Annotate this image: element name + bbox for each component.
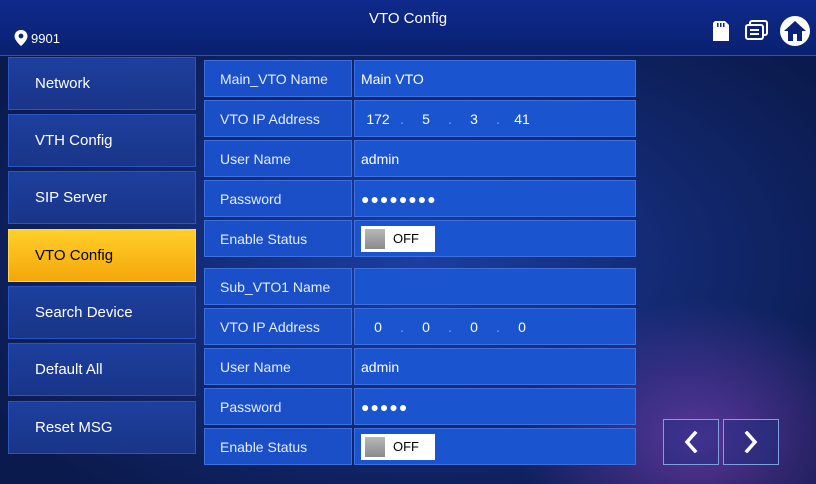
- sub-vto1-enable-toggle[interactable]: OFF: [361, 433, 435, 460]
- sidebar-item-vth-config[interactable]: VTH Config: [8, 114, 196, 167]
- ip-octet-2[interactable]: 5: [409, 111, 443, 127]
- sub-vto1-ip-row: VTO IP Address 0. 0. 0. 0: [204, 308, 636, 345]
- sub-vto1-user-row: User Name admin: [204, 348, 636, 385]
- sub-vto1-status-row: Enable Status OFF: [204, 428, 636, 465]
- ip-octet-3[interactable]: 0: [457, 319, 491, 335]
- toggle-state: OFF: [393, 439, 419, 454]
- sidebar-item-vto-config[interactable]: VTO Config: [8, 229, 196, 282]
- toggle-state: OFF: [393, 231, 419, 246]
- sidebar-item-sip-server[interactable]: SIP Server: [8, 171, 196, 224]
- toggle-knob: [365, 228, 385, 249]
- sub-vto1-password-label: Password: [204, 388, 352, 425]
- sub-vto1-user-label: User Name: [204, 348, 352, 385]
- page-title: VTO Config: [368, 10, 448, 27]
- main-vto-password-label: Password: [204, 180, 352, 217]
- ip-octet-4[interactable]: 0: [505, 319, 539, 335]
- room-number: 9901: [31, 30, 60, 46]
- sub-vto1-name-row: Sub_VTO1 Name: [204, 268, 636, 305]
- sub-vto1-ip-label: VTO IP Address: [204, 308, 352, 345]
- message-icon[interactable]: [744, 18, 770, 44]
- home-icon[interactable]: [780, 16, 810, 46]
- main-vto-name-label: Main_VTO Name: [204, 60, 352, 97]
- main-vto-user-row: User Name admin: [204, 140, 636, 177]
- main-vto-password-field[interactable]: ●●●●●●●●: [354, 180, 636, 217]
- ip-octet-1[interactable]: 172: [361, 111, 395, 127]
- next-page-button[interactable]: [723, 419, 779, 465]
- chevron-right-icon: [744, 431, 758, 453]
- sub-vto1-password-row: Password ●●●●●: [204, 388, 636, 425]
- sub-vto1-ip-field[interactable]: 0. 0. 0. 0: [354, 308, 636, 345]
- main-vto-password-row: Password ●●●●●●●●: [204, 180, 636, 217]
- ip-octet-2[interactable]: 0: [409, 319, 443, 335]
- sub-vto1-status-label: Enable Status: [204, 428, 352, 465]
- room-indicator: 9901: [14, 28, 60, 48]
- toggle-knob: [365, 436, 385, 457]
- sub-vto1-name-label: Sub_VTO1 Name: [204, 268, 352, 305]
- ip-octet-1[interactable]: 0: [361, 319, 395, 335]
- sidebar-item-reset-msg[interactable]: Reset MSG: [8, 401, 196, 454]
- location-pin-icon: [14, 30, 28, 46]
- sidebar-item-search-device[interactable]: Search Device: [8, 286, 196, 339]
- main-vto-enable-toggle[interactable]: OFF: [361, 225, 435, 252]
- sd-card-icon: [708, 18, 734, 44]
- main-vto-ip-row: VTO IP Address 172. 5. 3. 41: [204, 100, 636, 137]
- sub-vto1-password-field[interactable]: ●●●●●: [354, 388, 636, 425]
- sidebar-item-network[interactable]: Network: [8, 57, 196, 110]
- sidebar-item-default-all[interactable]: Default All: [8, 343, 196, 396]
- top-bar: 9901 VTO Config: [0, 0, 816, 56]
- main-vto-status-row: Enable Status OFF: [204, 220, 636, 257]
- sub-vto1-status-cell: OFF: [354, 428, 636, 465]
- main-vto-ip-label: VTO IP Address: [204, 100, 352, 137]
- main-vto-user-field[interactable]: admin: [354, 140, 636, 177]
- ip-octet-4[interactable]: 41: [505, 111, 539, 127]
- main-vto-status-label: Enable Status: [204, 220, 352, 257]
- sub-vto1-name-field[interactable]: [354, 268, 636, 305]
- main-vto-name-field[interactable]: Main VTO: [354, 60, 636, 97]
- chevron-left-icon: [684, 431, 698, 453]
- main-vto-ip-field[interactable]: 172. 5. 3. 41: [354, 100, 636, 137]
- previous-page-button[interactable]: [663, 419, 719, 465]
- main-vto-user-label: User Name: [204, 140, 352, 177]
- ip-octet-3[interactable]: 3: [457, 111, 491, 127]
- main-vto-status-cell: OFF: [354, 220, 636, 257]
- sub-vto1-user-field[interactable]: admin: [354, 348, 636, 385]
- status-icons: [708, 16, 810, 46]
- screen: 9901 VTO Config Network VTH Config SIP S…: [0, 0, 816, 484]
- main-vto-name-row: Main_VTO Name Main VTO: [204, 60, 636, 97]
